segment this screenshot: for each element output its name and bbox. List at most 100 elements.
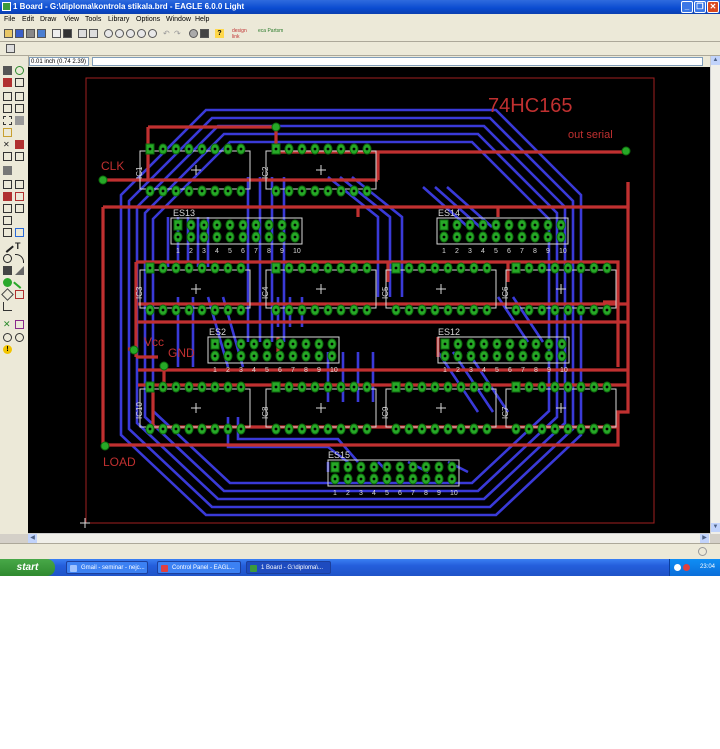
scroll-left-icon[interactable]: ◀ <box>28 534 37 543</box>
erc-icon[interactable] <box>3 333 12 342</box>
pad-hole <box>442 223 446 227</box>
smash-icon[interactable] <box>3 180 12 189</box>
menu-file[interactable]: File <box>4 14 15 26</box>
run-icon[interactable] <box>89 29 98 38</box>
menu-edit[interactable]: Edit <box>22 14 34 26</box>
route-icon[interactable] <box>3 204 12 213</box>
start-button[interactable]: start <box>0 559 55 576</box>
menu-options[interactable]: Options <box>136 14 160 26</box>
stop-icon[interactable] <box>189 29 198 38</box>
group-icon[interactable] <box>3 116 12 125</box>
script-icon[interactable] <box>78 29 87 38</box>
scroll-right-icon[interactable]: ▶ <box>700 534 709 543</box>
pad-hole <box>520 235 524 239</box>
via-icon[interactable] <box>3 278 12 287</box>
go-icon[interactable] <box>200 29 209 38</box>
cam-icon[interactable] <box>37 29 46 38</box>
delete-icon[interactable]: ✕ <box>3 140 12 149</box>
dimension-icon[interactable] <box>3 302 12 311</box>
auto-icon[interactable] <box>15 320 24 329</box>
ripup-icon[interactable] <box>15 204 24 213</box>
menu-draw[interactable]: Draw <box>40 14 56 26</box>
pad-hole <box>254 235 258 239</box>
mark-icon[interactable] <box>15 78 24 87</box>
taskbar-item-board[interactable]: 1 Board - G:\diploma\... <box>246 561 331 574</box>
zoom-in-icon[interactable] <box>115 29 124 38</box>
drc-icon[interactable] <box>15 333 24 342</box>
copy-icon[interactable] <box>15 92 24 101</box>
vertical-scrollbar[interactable]: ▲ ▼ <box>710 56 720 534</box>
menu-view[interactable]: View <box>64 14 79 26</box>
add-icon[interactable] <box>15 140 24 149</box>
pad-hole <box>459 266 463 270</box>
network-icon[interactable] <box>674 564 681 571</box>
grid-icon[interactable] <box>6 44 15 53</box>
help-icon[interactable]: ? <box>215 29 224 38</box>
board-switch-icon[interactable] <box>52 29 61 38</box>
pad-hole <box>459 308 463 312</box>
security-icon[interactable] <box>683 564 690 571</box>
display-icon[interactable] <box>3 78 12 87</box>
menu-library[interactable]: Library <box>108 14 129 26</box>
paste-icon[interactable] <box>3 128 12 137</box>
design-link-button[interactable]: design link <box>232 28 254 40</box>
rotate-icon[interactable] <box>15 104 24 113</box>
pad-hole <box>437 465 441 469</box>
zoom-redraw-icon[interactable] <box>137 29 146 38</box>
scroll-up-icon[interactable]: ▲ <box>711 56 720 65</box>
close-icon[interactable]: ✕ <box>707 1 719 13</box>
miter-icon[interactable] <box>3 192 12 201</box>
taskbar-item-control-panel[interactable]: Control Panel - EAGL... <box>157 561 241 574</box>
split-icon[interactable] <box>15 180 24 189</box>
zoom-out-icon[interactable] <box>126 29 135 38</box>
arc-icon[interactable] <box>15 254 24 263</box>
menu-help[interactable]: Help <box>195 14 209 26</box>
scroll-down-icon[interactable]: ▼ <box>711 523 720 532</box>
autorouter-icon[interactable] <box>15 228 24 237</box>
ulp-icon[interactable] <box>63 29 72 38</box>
zoom-fit-icon[interactable] <box>104 29 113 38</box>
undo-icon[interactable]: ↶ <box>163 29 172 38</box>
pad-hole <box>365 385 369 389</box>
redo-icon[interactable]: ↷ <box>174 29 183 38</box>
change-icon[interactable] <box>15 116 24 125</box>
show-icon[interactable] <box>15 66 24 75</box>
replace-icon[interactable] <box>3 216 12 225</box>
restore-icon[interactable]: ❐ <box>694 1 706 13</box>
attribute-icon[interactable] <box>15 290 24 299</box>
minimize-icon[interactable]: _ <box>681 1 693 13</box>
menu-tools[interactable]: Tools <box>85 14 101 26</box>
open-icon[interactable] <box>4 29 13 38</box>
ratsnest-icon[interactable]: ✕ <box>3 320 12 329</box>
command-line-input[interactable] <box>92 57 703 66</box>
print-icon[interactable] <box>26 29 35 38</box>
wire-icon[interactable] <box>1 240 14 253</box>
move-icon[interactable] <box>3 92 12 101</box>
stop-command-icon[interactable] <box>698 547 707 556</box>
rect-icon[interactable] <box>3 266 12 275</box>
taskbar-item-gmail[interactable]: Gmail - seminar - nejc... <box>66 561 148 574</box>
optimize-icon[interactable] <box>15 192 24 201</box>
lock-icon[interactable] <box>3 166 12 175</box>
pad-hole <box>241 235 245 239</box>
pad-hole <box>287 189 291 193</box>
text-icon[interactable]: T <box>15 242 24 251</box>
signal-wire-icon[interactable] <box>13 276 26 289</box>
polygon-icon[interactable] <box>15 266 24 275</box>
hole-icon[interactable] <box>1 288 14 301</box>
zoom-select-icon[interactable] <box>148 29 157 38</box>
window-titlebar[interactable]: 1 Board - G:\diploma\kontrola stikala.br… <box>0 0 720 14</box>
menu-window[interactable]: Window <box>166 14 191 26</box>
info-icon[interactable] <box>3 66 12 75</box>
errors-icon[interactable]: ! <box>3 345 12 354</box>
signal-icon[interactable] <box>3 228 12 237</box>
board-canvas[interactable]: 1 2 3 4 5 6 7 8 9 10 1 2 3 4 5 6 7 8 9 10 1 2 3 4 5 6 7 8 9 10 1 2 3 4 5 6 7… <box>28 67 710 533</box>
name-icon[interactable] <box>3 152 12 161</box>
mirror-icon[interactable] <box>3 104 12 113</box>
pad-hole <box>213 385 217 389</box>
circle-icon[interactable] <box>3 254 12 263</box>
eca-parts-button[interactable]: eca Partsm <box>258 28 284 34</box>
pad-hole <box>161 308 165 312</box>
value-icon[interactable] <box>15 152 24 161</box>
save-icon[interactable] <box>15 29 24 38</box>
